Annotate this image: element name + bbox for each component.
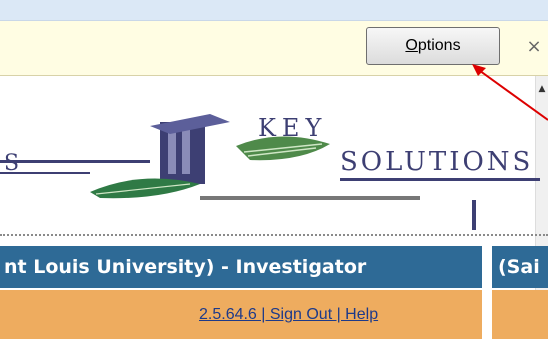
- page-title: nt Louis University) - Investigator: [4, 256, 367, 278]
- options-accelerator: O: [405, 37, 418, 54]
- options-button[interactable]: Options: [366, 27, 500, 65]
- logo-text-sub: SOLUTIONS: [340, 147, 533, 177]
- browser-top-strip: [0, 0, 548, 21]
- logo-text-main: KEY: [258, 114, 327, 142]
- options-label-rest: ptions: [417, 37, 461, 54]
- scroll-up-arrow-icon[interactable]: ▲: [536, 82, 548, 96]
- page-title-right: (Sai: [498, 256, 540, 278]
- key-solutions-logo: KEY SOLUTIONS S: [0, 114, 540, 230]
- close-icon[interactable]: ×: [522, 34, 546, 58]
- footer-links[interactable]: 2.5.64.6 | Sign Out | Help: [199, 306, 378, 324]
- separator-dots: [0, 234, 548, 240]
- column-divider: [482, 246, 492, 339]
